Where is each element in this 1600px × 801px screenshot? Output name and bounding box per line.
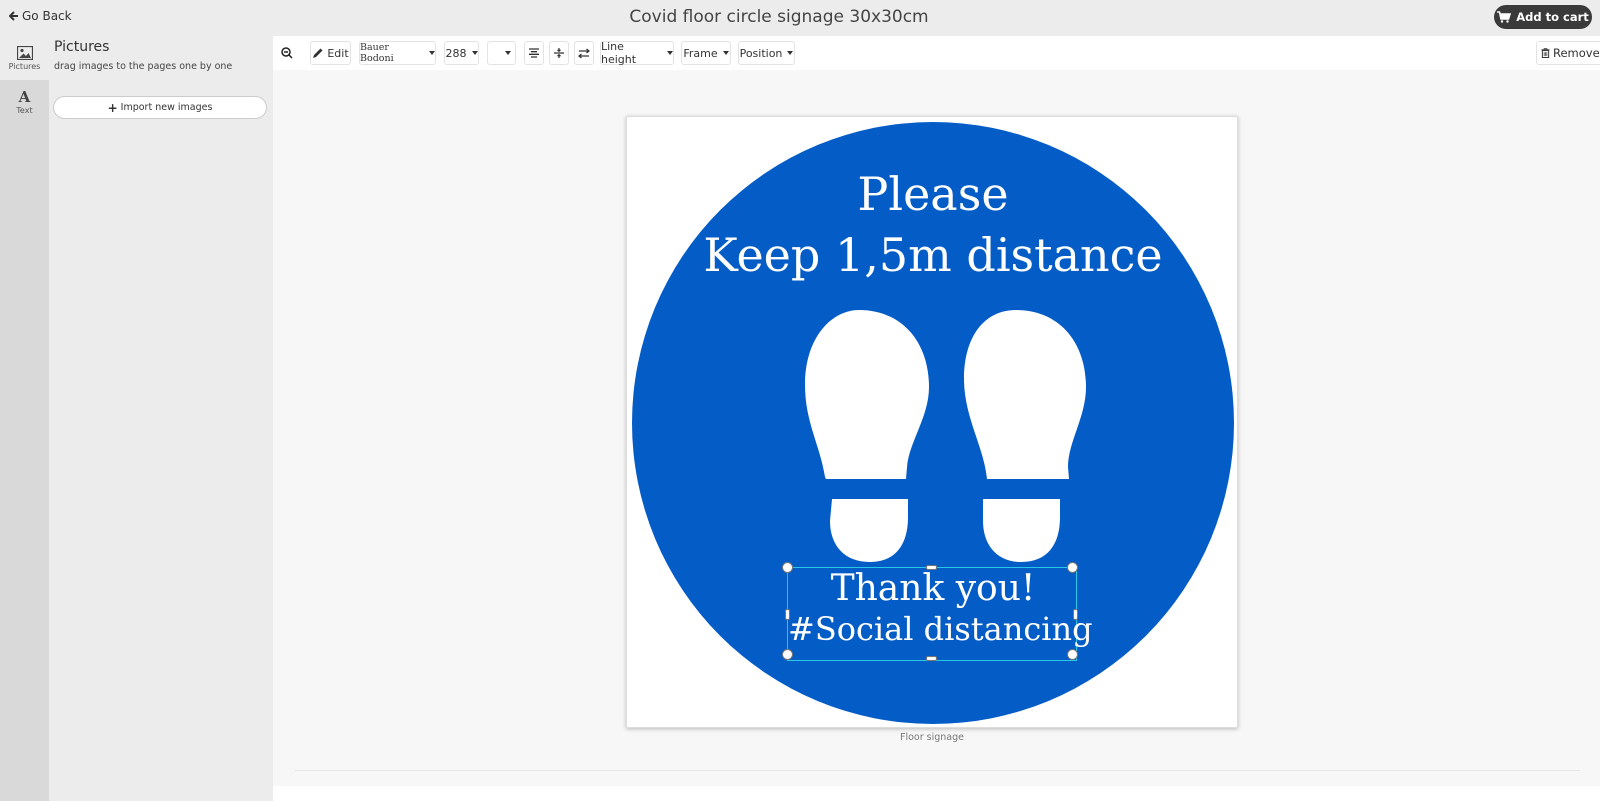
remove-button[interactable]: Remove — [1536, 41, 1600, 65]
text-toolbar: Edit Bauer Bodoni 288 Line height Frame … — [273, 36, 1600, 70]
add-to-cart-button[interactable]: Add to cart — [1494, 5, 1592, 29]
rail-item-label: Text — [16, 105, 33, 115]
font-size-value: 288 — [445, 46, 467, 60]
selected-text-box[interactable]: Thank you! #Social distancing — [782, 562, 1093, 661]
align-center-icon — [529, 48, 539, 58]
pencil-icon — [313, 48, 323, 58]
font-size-dropdown[interactable]: 288 — [444, 41, 479, 65]
chevron-down-icon — [667, 51, 673, 55]
rail-item-text[interactable]: A Text — [0, 80, 49, 124]
frame-dropdown[interactable]: Frame — [681, 41, 731, 65]
page-caption: Floor signage — [900, 732, 964, 743]
resize-handle-bottom-left[interactable] — [782, 649, 793, 660]
chevron-down-icon — [471, 51, 478, 55]
selected-text-thank-you: Thank you! — [830, 568, 1036, 609]
text-direction-icon — [578, 48, 590, 59]
position-dropdown[interactable]: Position — [738, 41, 795, 65]
resize-handle-top-right[interactable] — [1067, 562, 1078, 573]
resize-handle-top-left[interactable] — [782, 562, 793, 573]
top-bar: Go Back Covid floor circle signage 30x30… — [0, 0, 1600, 36]
vertical-align-button[interactable] — [549, 41, 569, 65]
text-color-dropdown[interactable] — [487, 41, 516, 65]
text-direction-button[interactable] — [574, 41, 594, 65]
sign-text-keep-distance[interactable]: Keep 1,5m distance — [627, 228, 1239, 282]
chevron-down-icon — [722, 51, 729, 55]
zoom-out-button[interactable] — [275, 41, 299, 65]
plus-icon: + — [107, 100, 118, 115]
left-rail: Pictures A Text — [0, 36, 49, 801]
chevron-down-icon — [505, 51, 511, 55]
pictures-panel: Pictures drag images to the pages one by… — [49, 36, 273, 801]
resize-handle-bottom[interactable] — [926, 656, 937, 661]
resize-handle-top[interactable] — [926, 565, 937, 570]
document-title: Covid floor circle signage 30x30cm — [629, 7, 929, 27]
font-family-value: Bauer Bodoni — [360, 42, 394, 64]
font-family-dropdown[interactable]: Bauer Bodoni — [359, 41, 436, 65]
edit-label: Edit — [327, 46, 349, 60]
frame-label: Frame — [683, 46, 718, 60]
line-height-label: Line height — [601, 40, 637, 66]
selected-text-hashtag: #Social distancing — [788, 610, 1093, 648]
import-images-button[interactable]: + Import new images — [53, 96, 267, 119]
chevron-down-icon — [787, 51, 794, 55]
panel-subtitle: drag images to the pages one by one — [54, 61, 233, 72]
line-height-dropdown[interactable]: Line height — [600, 40, 674, 66]
remove-label: Remove — [1553, 46, 1600, 60]
import-images-label: Import new images — [120, 102, 213, 113]
add-to-cart-label: Add to cart — [1516, 10, 1589, 24]
vertical-align-icon — [554, 48, 564, 58]
trash-icon — [1541, 48, 1550, 58]
rail-item-pictures[interactable]: Pictures — [0, 36, 49, 80]
zoom-out-icon — [281, 47, 293, 59]
sign-text-please[interactable]: Please — [627, 167, 1239, 221]
image-icon — [16, 45, 33, 60]
resize-handle-right[interactable] — [1073, 609, 1078, 620]
workspace-divider — [295, 770, 1580, 771]
position-label: Position — [739, 46, 783, 60]
rail-item-label: Pictures — [8, 61, 41, 71]
align-center-button[interactable] — [524, 41, 544, 65]
resize-handle-bottom-right[interactable] — [1067, 649, 1078, 660]
text-icon: A — [18, 87, 31, 106]
chevron-down-icon — [429, 51, 435, 55]
workspace-footer — [273, 786, 1600, 801]
resize-handle-left[interactable] — [785, 609, 790, 620]
cart-icon — [1497, 11, 1512, 23]
edit-button[interactable]: Edit — [310, 41, 351, 65]
panel-title: Pictures — [54, 39, 110, 55]
design-page[interactable]: Please Keep 1,5m distance Thank you! #So… — [626, 116, 1238, 728]
